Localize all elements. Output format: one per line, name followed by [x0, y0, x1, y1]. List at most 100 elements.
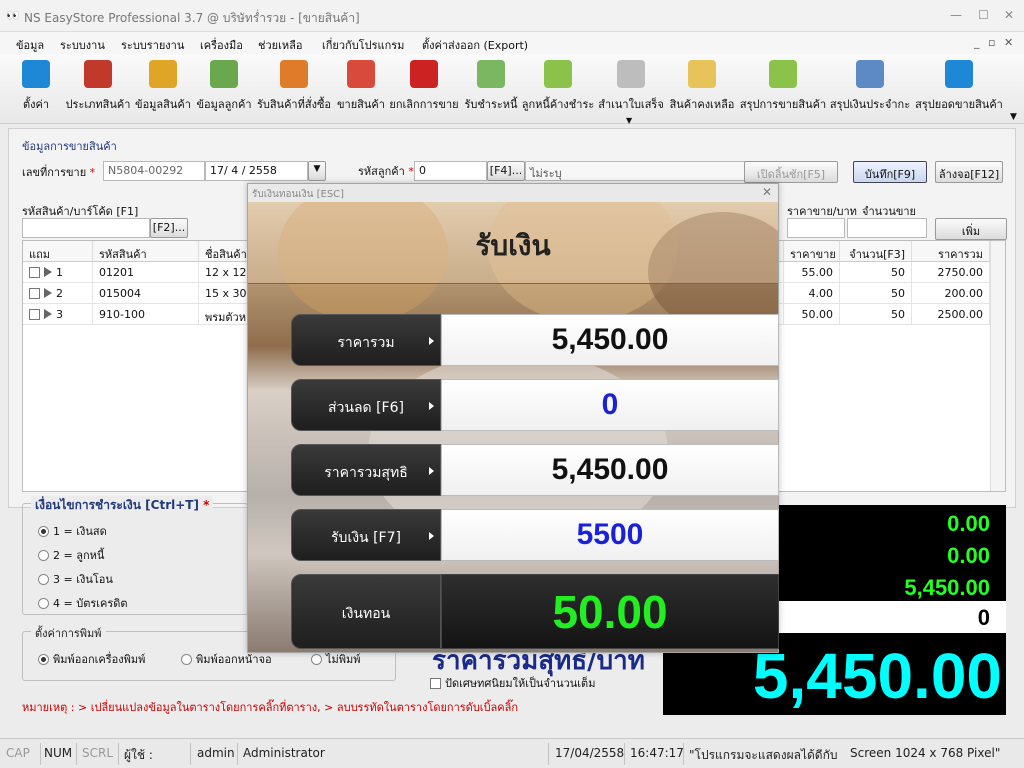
col-price: ราคาขาย: [784, 241, 840, 262]
f4-customer-button[interactable]: [F4]...: [487, 161, 525, 181]
sale-no-label: เลขที่การขาย *: [22, 166, 96, 179]
toolbar-overflow-icon[interactable]: ▼: [1010, 112, 1017, 122]
toolbar-categories[interactable]: ประเภทสินค้า: [64, 60, 132, 113]
app-icon: 👀: [6, 9, 20, 22]
cell-code: 910-100: [93, 304, 199, 325]
cart-icon: [347, 60, 375, 88]
print-to-printer[interactable]: พิมพ์ออกเครื่องพิมพ์: [38, 650, 145, 668]
pencil-icon: [688, 60, 716, 88]
change-label: เงินทอน: [291, 574, 441, 649]
cell-qty: 50: [840, 262, 912, 283]
menu-help[interactable]: ช่วยเหลือ: [258, 36, 302, 54]
cell-total: 2750.00: [912, 262, 990, 283]
open-drawer-button[interactable]: เปิดลิ้นชัก[F5]: [744, 161, 838, 183]
menu-data[interactable]: ข้อมูล: [16, 36, 44, 54]
free-checkbox[interactable]: [29, 309, 40, 320]
payment-debtor[interactable]: 2 = ลูกหนี้: [38, 546, 104, 564]
cancel-cart-icon: [410, 60, 438, 88]
cell-qty: 50: [840, 304, 912, 325]
dropdown-arrow-icon[interactable]: ▼: [626, 116, 632, 125]
menu-tools[interactable]: เครื่องมือ: [200, 36, 243, 54]
money-icon: [477, 60, 505, 88]
table-scrollbar[interactable]: [990, 241, 1005, 491]
col-total: ราคารวม: [912, 241, 990, 262]
col-qty: จำนวน[F3]: [840, 241, 912, 262]
mdi-minimize-icon[interactable]: _: [974, 36, 980, 49]
folder-icon: [280, 60, 308, 88]
sale-info-title: ข้อมูลการขายสินค้า: [22, 140, 117, 153]
user-label: ผู้ใช้ :: [124, 748, 153, 762]
toolbar-cancel-sale[interactable]: ยกเลิกการขาย: [388, 60, 460, 113]
cell-qty: 50: [840, 283, 912, 304]
menu-about[interactable]: เกี่ยวกับโปรแกรม: [322, 36, 404, 54]
payment-cash[interactable]: 1 = เงินสด: [38, 522, 107, 540]
status-bar: CAP NUM SCRL ผู้ใช้ : admin Administrato…: [0, 738, 1024, 768]
payment-transfer[interactable]: 3 = เงินโอน: [38, 570, 113, 588]
barcode-input[interactable]: [22, 218, 150, 238]
toolbar-settings[interactable]: ตั้งค่า: [20, 60, 52, 113]
free-checkbox[interactable]: [29, 267, 40, 278]
menu-export[interactable]: ตั้งค่าส่งออก (Export): [422, 36, 528, 54]
col-code: รหัสสินค้า: [93, 241, 199, 262]
gear-icon: [22, 60, 50, 88]
customer-code-field[interactable]: 0: [414, 161, 487, 181]
save-button[interactable]: บันทึก[F9]: [853, 161, 927, 183]
cell-total: 2500.00: [912, 304, 990, 325]
toolbar-customers[interactable]: ข้อมูลลูกค้า: [195, 60, 253, 113]
status-message: "โปรแกรมจะแสดงผลได้ดีกับ: [689, 748, 838, 762]
total-value: 5,450.00: [441, 314, 779, 366]
f2-product-button[interactable]: [F2]...: [150, 218, 188, 238]
cell-code: 01201: [93, 262, 199, 283]
cell-total: 200.00: [912, 283, 990, 304]
clear-button[interactable]: ล้างจอ[F12]: [935, 161, 1003, 183]
toolbar-receive-debt[interactable]: รับชำระหนี้: [463, 60, 519, 113]
cell-price: 50.00: [784, 304, 840, 325]
toolbar-product-sales-summary[interactable]: สรุปยอดขายสินค้า: [913, 60, 1005, 113]
round-checkbox[interactable]: ปัดเศษทศนิยมให้เป็นจำนวนเต็ม: [430, 674, 595, 692]
received-input[interactable]: 5500: [441, 509, 779, 561]
change-value: 50.00: [441, 574, 779, 649]
free-checkbox[interactable]: [29, 288, 40, 299]
toolbar-receipt-copy[interactable]: สำเนาใบเสร็จ ▼: [598, 60, 664, 125]
summary-big-total: 5,450.00: [752, 640, 1002, 712]
toolbar-stock[interactable]: สินค้าคงเหลือ: [668, 60, 736, 113]
date-dropdown-icon[interactable]: ▼: [308, 161, 326, 181]
summary-value-3: 5,450.00: [904, 575, 990, 600]
toolbar-shift-summary[interactable]: สรุปเงินประจำกะ: [829, 60, 911, 113]
user-name: Administrator: [243, 746, 325, 760]
toolbar-receive-goods[interactable]: รับสินค้าที่สั่งซื้อ: [255, 60, 333, 113]
row-pointer-icon: [44, 267, 52, 277]
status-screen: Screen 1024 x 768 Pixel": [850, 746, 1001, 760]
bar-chart-icon: [945, 60, 973, 88]
discount-input[interactable]: 0: [441, 379, 779, 431]
menu-system[interactable]: ระบบงาน: [60, 36, 105, 54]
toolbar-sell[interactable]: ขายสินค้า: [337, 60, 385, 113]
close-icon[interactable]: ✕: [1004, 8, 1014, 22]
minimize-icon[interactable]: —: [950, 8, 962, 22]
toolbar-sales-summary[interactable]: สรุปการขายสินค้า: [739, 60, 827, 113]
toolbar-products[interactable]: ข้อมูลสินค้า: [134, 60, 192, 113]
menu-reports[interactable]: ระบบรายงาน: [121, 36, 184, 54]
summary-value-1: 0.00: [947, 511, 990, 536]
sale-date-field[interactable]: 17/ 4 / 2558: [205, 161, 308, 181]
customer-label: รหัสลูกค้า *: [358, 165, 414, 178]
qty-input[interactable]: [847, 218, 927, 238]
note-text: หมายเหตุ : > เปลี่ยนแปลงข้อมูลในตารางโดย…: [22, 701, 519, 714]
dialog-header: รับเงิน: [248, 202, 778, 284]
toolbar-debtors[interactable]: ลูกหนี้ค้างชำระ: [520, 60, 596, 113]
payment-credit-card[interactable]: 4 = บัตรเครดิต: [38, 594, 128, 612]
add-button[interactable]: เพิ่ม: [935, 218, 1007, 240]
mdi-restore-icon[interactable]: ▫: [988, 36, 995, 49]
dialog-title: รับเงินทอนเงิน [ESC]: [252, 189, 345, 200]
row-pointer-icon: [44, 288, 52, 298]
status-time: 16:47:17: [630, 746, 684, 760]
shift-summary-icon: [856, 60, 884, 88]
payment-title: เงื่อนไขการชำระเงิน [Ctrl+T]: [35, 498, 199, 512]
discount-label: ส่วนลด [F6]: [291, 379, 441, 431]
sales-summary-icon: [769, 60, 797, 88]
price-input[interactable]: [787, 218, 845, 238]
sale-no-field[interactable]: N5804-00292: [103, 161, 205, 181]
maximize-icon[interactable]: ☐: [978, 8, 989, 22]
dialog-close-icon[interactable]: ✕: [762, 185, 772, 199]
mdi-close-icon[interactable]: ✕: [1004, 36, 1013, 49]
